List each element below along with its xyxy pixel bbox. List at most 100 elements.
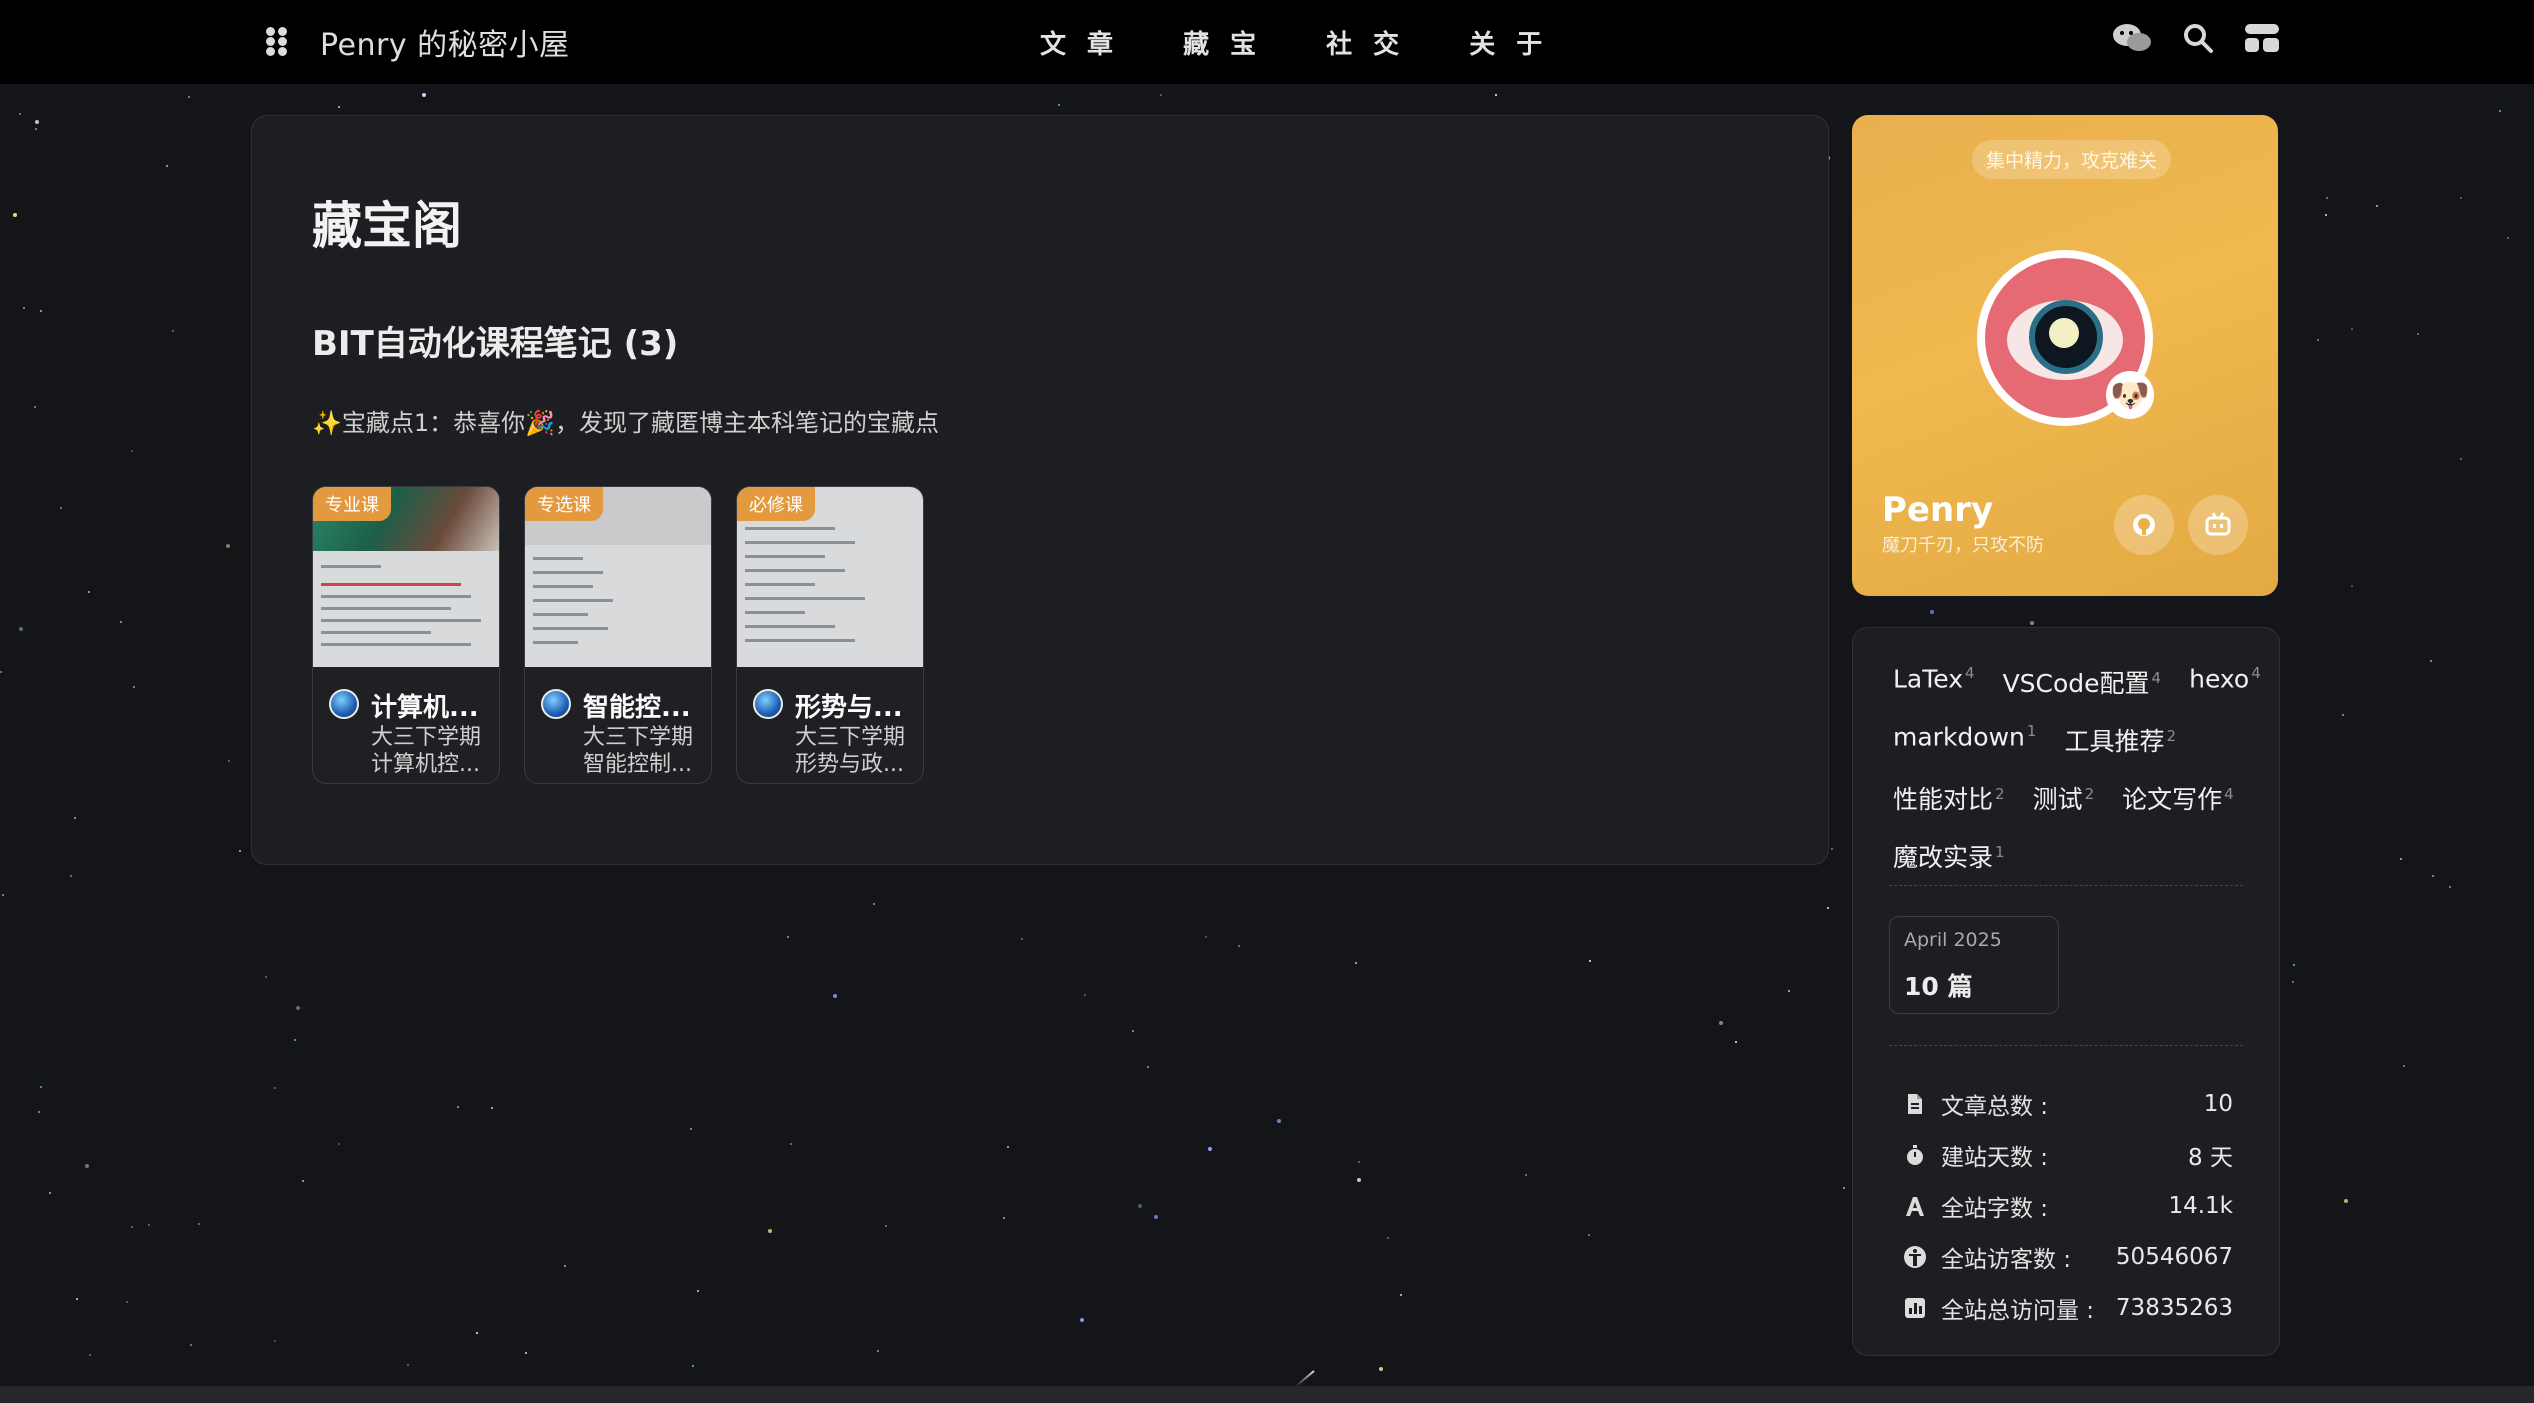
star — [690, 1128, 692, 1130]
star — [2344, 1199, 2348, 1203]
star — [1719, 1021, 1723, 1025]
globe-icon — [541, 689, 571, 719]
accessibility-icon — [1904, 1245, 1926, 1268]
star — [2403, 1065, 2405, 1067]
star — [2376, 205, 2378, 207]
tag-paper-writing[interactable]: 论文写作 4 — [2122, 780, 2234, 816]
star — [1358, 1161, 1360, 1163]
nav-link-social[interactable]: 社 交 — [1326, 24, 1405, 61]
tag-vscode[interactable]: VSCode配置 4 — [2003, 664, 2162, 700]
status-emoji: 🐶 — [2106, 371, 2154, 419]
star — [2293, 964, 2295, 966]
tag-tools[interactable]: 工具推荐 2 — [2064, 722, 2176, 758]
document-icon — [1908, 1093, 1922, 1114]
tag-hexo[interactable]: hexo 4 — [2189, 664, 2261, 700]
star — [338, 1143, 340, 1145]
nav-link-articles[interactable]: 文 章 — [1040, 24, 1119, 61]
star — [2030, 621, 2034, 625]
tag-markdown[interactable]: markdown 1 — [1893, 722, 2036, 758]
star — [190, 1344, 192, 1346]
globe-icon — [753, 689, 783, 719]
course-card-computer-control[interactable]: 专业课 计算机... 大三下学期 计算机控... — [312, 486, 500, 784]
console-icon[interactable] — [2244, 22, 2280, 54]
stopwatch-icon — [1907, 1144, 1923, 1165]
star — [1831, 848, 1833, 850]
stat-pageviews: 全站总访问量 :73835263 — [1903, 1282, 2233, 1333]
site-stats: 文章总数 :10 建站天数 :8 天 全站字数 :14.1k 全站访客数 :50… — [1903, 1078, 2233, 1333]
sidebar-info-card: LaTex 4 VSCode配置 4 hexo 4 markdown 1 工具推荐 2 性… — [1852, 627, 2280, 1356]
tag-test[interactable]: 测试 2 — [2033, 780, 2095, 816]
star — [70, 875, 72, 877]
course-card-situation-policy[interactable]: 必修课 形势与... 大三下学期 形势与政... — [736, 486, 924, 784]
course-name: 形势与政... — [795, 752, 904, 777]
tag-cloud: LaTex 4 VSCode配置 4 hexo 4 markdown 1 工具推荐 2 性… — [1893, 664, 2263, 896]
course-badge: 专选课 — [525, 487, 603, 521]
star — [1843, 1187, 1845, 1189]
stat-days: 建站天数 :8 天 — [1903, 1129, 2233, 1180]
profile-motto: 集中精力，攻克难关 — [1972, 140, 2172, 179]
star — [1021, 938, 1023, 940]
tag-latex[interactable]: LaTex 4 — [1893, 664, 1975, 700]
section-description: ✨宝藏点1：恭喜你🎉，发现了藏匿博主本科笔记的宝藏点 — [312, 409, 940, 437]
star — [1387, 1237, 1389, 1239]
archive-month: April 2025 — [1904, 929, 2002, 951]
course-name: 智能控制... — [583, 752, 692, 777]
star — [1205, 936, 1207, 938]
star — [1525, 1174, 1527, 1176]
nav-link-treasure[interactable]: 藏 宝 — [1183, 24, 1262, 61]
site-brand[interactable]: Penry 的秘密小屋 — [320, 20, 570, 64]
search-icon[interactable] — [2182, 22, 2214, 54]
star — [1357, 1178, 1361, 1182]
font-icon — [1906, 1196, 1924, 1216]
section-title[interactable]: BIT自动化课程笔记 (3) — [312, 316, 678, 365]
archive-month-card[interactable]: April 2025 10 篇 — [1889, 916, 2059, 1014]
star — [873, 903, 875, 905]
bilibili-icon — [2205, 512, 2231, 536]
star — [1160, 94, 1162, 96]
star — [74, 817, 76, 819]
github-button[interactable] — [2114, 495, 2174, 555]
course-badge: 专业课 — [313, 487, 391, 521]
star — [38, 1111, 40, 1113]
star — [1154, 1215, 1158, 1219]
page-title: 藏宝阁 — [312, 197, 462, 255]
star — [885, 1225, 887, 1227]
star — [1788, 990, 1790, 992]
star — [19, 113, 21, 115]
profile-card: 集中精力，攻克难关 🐶 Penry 魔刀千刃，只攻不防 — [1852, 115, 2278, 596]
wechat-icon[interactable] — [2112, 22, 2152, 54]
star — [35, 128, 37, 130]
star — [1138, 1204, 1142, 1208]
star — [2507, 237, 2509, 239]
star — [2342, 714, 2344, 716]
star — [49, 1192, 51, 1194]
bilibili-button[interactable] — [2188, 495, 2248, 555]
profile-subtitle: 魔刀千刃，只攻不防 — [1882, 535, 2044, 556]
star — [790, 1143, 792, 1145]
course-cards: 专业课 计算机... 大三下学期 计算机控... 专选课 智能控... 大三下学… — [312, 486, 924, 784]
course-title: 形势与... — [795, 693, 903, 723]
archive-count: 10 篇 — [1904, 972, 1973, 1001]
star — [2317, 339, 2319, 341]
star — [120, 621, 122, 623]
star — [525, 1352, 527, 1354]
star — [23, 307, 25, 309]
course-name: 计算机控... — [371, 752, 480, 777]
star — [1080, 1318, 1084, 1322]
bottom-bar — [0, 1386, 2534, 1403]
star — [697, 1290, 699, 1292]
star — [1495, 94, 1497, 96]
stat-words: 全站字数 :14.1k — [1903, 1180, 2233, 1231]
course-card-intelligent-control[interactable]: 专选课 智能控... 大三下学期 智能控制... — [524, 486, 712, 784]
star — [1084, 994, 1086, 996]
nav-link-about[interactable]: 关 于 — [1469, 24, 1548, 61]
chart-icon — [1905, 1297, 1925, 1318]
globe-icon — [329, 689, 359, 719]
menu-dots-icon[interactable] — [264, 25, 290, 56]
star — [198, 1223, 200, 1225]
stat-articles: 文章总数 :10 — [1903, 1078, 2233, 1129]
star — [2326, 197, 2328, 199]
tag-performance[interactable]: 性能对比 2 — [1893, 780, 2005, 816]
tag-modding[interactable]: 魔改实录 1 — [1893, 838, 2005, 874]
star — [1132, 1030, 1134, 1032]
